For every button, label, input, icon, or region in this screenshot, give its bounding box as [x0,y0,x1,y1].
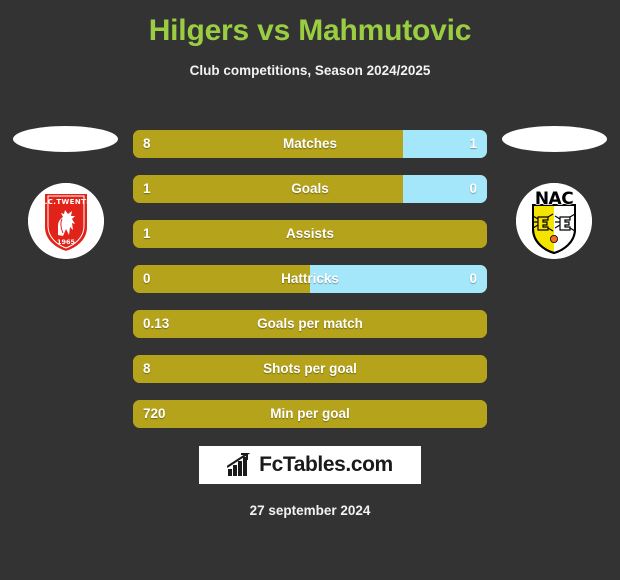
stat-label: Assists [285,226,335,241]
stats-list: 8 Matches 1 1 Goals 0 1 Assists 0 Hattricks 0 0.13 G… [133,130,487,445]
fctables-logo[interactable]: FcTables.com [199,446,421,484]
stat-comparison-card: Hilgers vs Mahmutovic Club competitions,… [0,0,620,580]
stat-row: 8 Matches 1 [133,130,487,158]
stat-row: 0.13 Goals per match [133,310,487,338]
stat-row: 720 Min per goal [133,400,487,428]
stat-row: 1 Goals 0 [133,175,487,203]
stat-away-value: 0 [469,181,477,196]
stat-label: Goals per match [257,316,363,331]
away-team-crest: NAC [516,183,592,259]
stat-label: Matches [282,136,338,151]
stat-row: 1 Assists [133,220,487,248]
stat-label: Hattricks [281,271,339,286]
stat-label: Goals [291,181,329,196]
bar-chart-growth-icon [227,453,251,476]
svg-text:NAC: NAC [535,189,573,209]
stat-label: Shots per goal [263,361,357,376]
svg-text:1965: 1965 [57,238,76,246]
stat-away-value: 1 [469,136,477,151]
stat-row: 8 Shots per goal [133,355,487,383]
stat-away-value: 0 [469,271,477,286]
page-title: Hilgers vs Mahmutovic [148,14,472,47]
away-player-photo [502,126,607,152]
home-team-crest: F.C.TWENTE 1965 [28,183,104,259]
page-subtitle: Club competitions, Season 2024/2025 [189,63,431,78]
stat-row: 0 Hattricks 0 [133,265,487,293]
report-date: 27 september 2024 [249,503,371,518]
svg-text:F.C.TWENTE: F.C.TWENTE [41,198,92,206]
fctables-logo-text: FcTables.com [259,453,393,476]
stat-label: Min per goal [270,406,350,421]
home-player-photo [13,126,118,152]
